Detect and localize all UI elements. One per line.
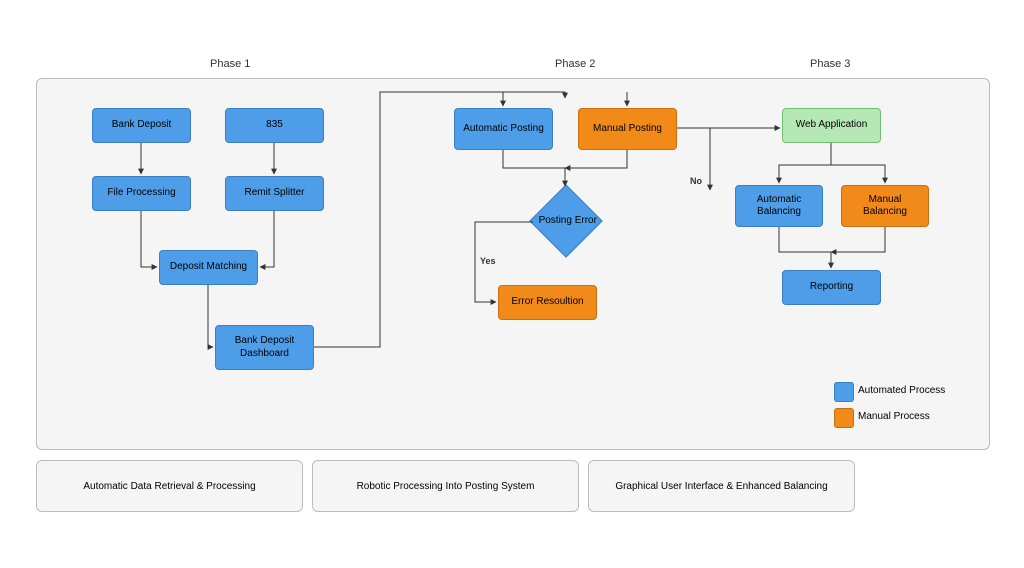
node-auto-posting: Automatic Posting bbox=[454, 108, 553, 150]
edge-yes: Yes bbox=[480, 256, 496, 266]
legend-manual-swatch bbox=[834, 408, 854, 428]
phase-3-label: Phase 3 bbox=[810, 58, 850, 70]
legend-auto-label: Automated Process bbox=[858, 385, 945, 396]
node-posting-error-label: Posting Error bbox=[538, 215, 598, 226]
node-reporting: Reporting bbox=[782, 270, 881, 305]
node-error-resolution: Error Resoultion bbox=[498, 285, 597, 320]
node-remit-splitter: Remit Splitter bbox=[225, 176, 324, 211]
node-web-application: Web Application bbox=[782, 108, 881, 143]
phase-1-label: Phase 1 bbox=[210, 58, 250, 70]
node-manual-posting: Manual Posting bbox=[578, 108, 677, 150]
node-dashboard: Bank Deposit Dashboard bbox=[215, 325, 314, 370]
node-bank-deposit: Bank Deposit bbox=[92, 108, 191, 143]
node-835: 835 bbox=[225, 108, 324, 143]
footer-phase1: Automatic Data Retrieval & Processing bbox=[36, 460, 303, 512]
legend-auto-swatch bbox=[834, 382, 854, 402]
footer-phase3: Graphical User Interface & Enhanced Bala… bbox=[588, 460, 855, 512]
legend-manual-label: Manual Process bbox=[858, 411, 930, 422]
node-file-processing: File Processing bbox=[92, 176, 191, 211]
node-manual-balancing: Manual Balancing bbox=[841, 185, 929, 227]
footer-phase2: Robotic Processing Into Posting System bbox=[312, 460, 579, 512]
phase-2-label: Phase 2 bbox=[555, 58, 595, 70]
edge-no: No bbox=[690, 176, 702, 186]
node-auto-balancing: Automatic Balancing bbox=[735, 185, 823, 227]
node-deposit-matching: Deposit Matching bbox=[159, 250, 258, 285]
